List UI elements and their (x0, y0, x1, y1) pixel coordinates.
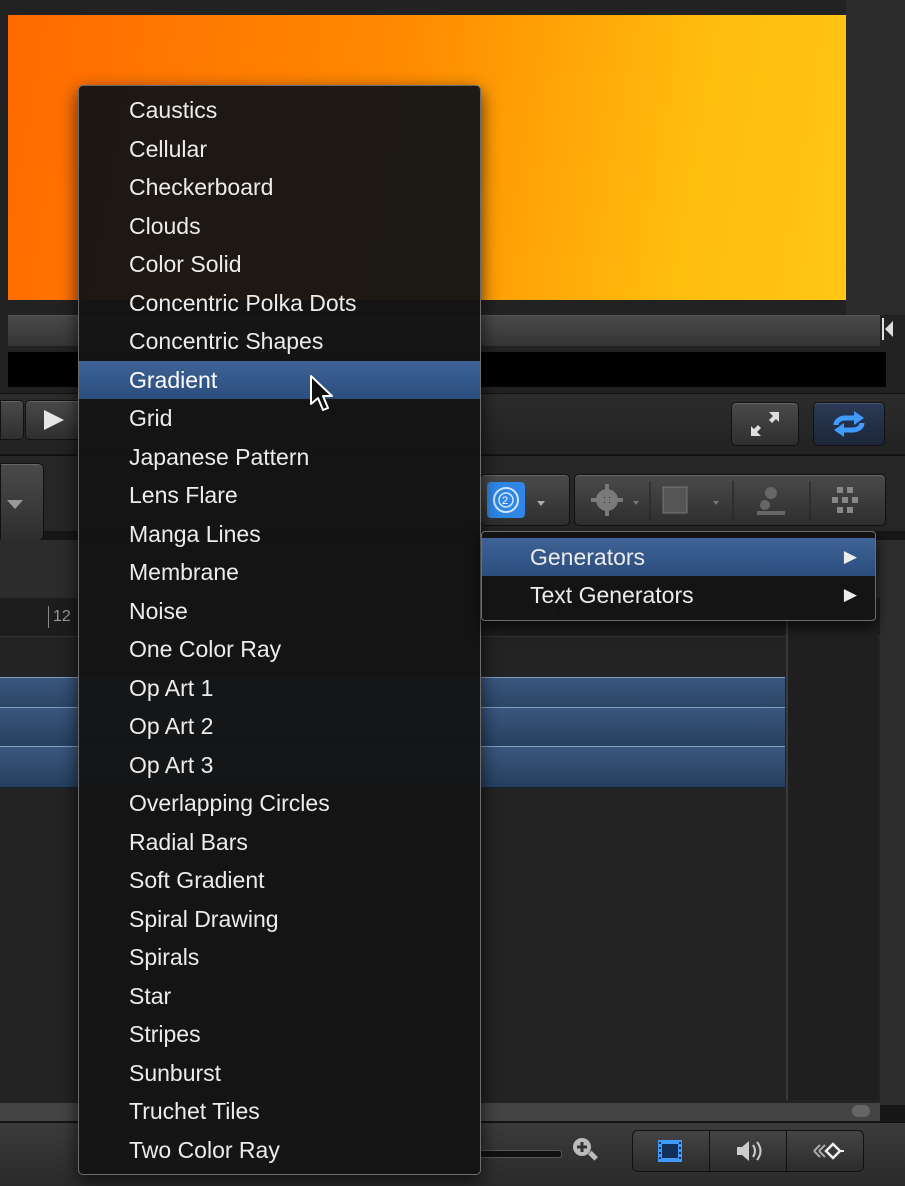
menu-item-gradient[interactable]: Gradient (79, 360, 480, 399)
end-marker-icon[interactable] (882, 316, 894, 342)
play-icon (44, 410, 64, 430)
menu-item-noise[interactable]: Noise (79, 592, 480, 630)
fullscreen-button[interactable] (731, 402, 799, 446)
menu-item-text-generators[interactable]: Text Generators ▶ (482, 576, 875, 614)
menu-item-label: Text Generators (530, 582, 694, 608)
speaker-icon (737, 1141, 762, 1161)
menu-item-op-art-2[interactable]: Op Art 2 (79, 707, 480, 745)
transport-left-button[interactable] (0, 400, 24, 440)
chevron-down-icon (7, 500, 23, 509)
generators-popup-button[interactable]: 2 (480, 474, 570, 526)
svg-text:2: 2 (502, 495, 508, 507)
menu-item-op-art-1[interactable]: Op Art 1 (79, 669, 480, 707)
menu-item-manga-lines[interactable]: Manga Lines (79, 515, 480, 553)
play-button[interactable] (25, 400, 83, 440)
menu-item-concentric-shapes[interactable]: Concentric Shapes (79, 322, 480, 360)
particle-icon (832, 487, 858, 513)
generator-menu: Caustics Cellular Checkerboard Clouds Color … (78, 85, 481, 1175)
vertical-scrollbar[interactable] (880, 540, 905, 1105)
menu-item-color-solid[interactable]: Color Solid (79, 245, 480, 283)
menu-item-spiral-drawing[interactable]: Spiral Drawing (79, 900, 480, 938)
menu-item-cellular[interactable]: Cellular (79, 130, 480, 168)
menu-item-op-art-3[interactable]: Op Art 3 (79, 746, 480, 784)
zoom-slider[interactable] (478, 1150, 562, 1158)
submenu-arrow-icon: ▶ (843, 547, 857, 566)
audio-button[interactable] (709, 1131, 787, 1171)
film-button[interactable] (633, 1131, 710, 1171)
menu-item-radial-bars[interactable]: Radial Bars (79, 823, 480, 861)
loop-button[interactable] (813, 402, 885, 446)
keyframe-button[interactable] (786, 1131, 863, 1171)
canvas-right-strip (846, 0, 905, 315)
tool-button-group[interactable] (574, 474, 886, 526)
toolbar-popup-button[interactable] (0, 463, 44, 541)
menu-item-membrane[interactable]: Membrane (79, 553, 480, 591)
menu-item-caustics[interactable]: Caustics (79, 91, 480, 129)
menu-item-concentric-polka-dots[interactable]: Concentric Polka Dots (79, 284, 480, 322)
timeline-right-pane (788, 600, 878, 1100)
scrollbar-knob[interactable] (852, 1105, 870, 1117)
menu-item-clouds[interactable]: Clouds (79, 207, 480, 245)
generators-submenu: Generators ▶ Text Generators ▶ (481, 531, 876, 621)
menu-item-grid[interactable]: Grid (79, 399, 480, 437)
menu-item-overlapping-circles[interactable]: Overlapping Circles (79, 784, 480, 822)
generators-icon: 2 (487, 482, 545, 518)
submenu-arrow-icon: ▶ (843, 585, 857, 604)
view-button-group[interactable] (632, 1130, 864, 1172)
menu-item-one-color-ray[interactable]: One Color Ray (79, 630, 480, 668)
menu-item-stripes[interactable]: Stripes (79, 1015, 480, 1053)
replicator-icon (757, 487, 785, 515)
menu-item-generators[interactable]: Generators ▶ (482, 538, 875, 576)
zoom-in-icon[interactable] (568, 1133, 602, 1167)
film-icon (658, 1140, 682, 1162)
menu-item-checkerboard[interactable]: Checkerboard (79, 168, 480, 206)
menu-item-star[interactable]: Star (79, 977, 480, 1015)
menu-item-japanese-pattern[interactable]: Japanese Pattern (79, 438, 480, 476)
menu-item-truchet-tiles[interactable]: Truchet Tiles (79, 1092, 480, 1130)
menu-item-lens-flare[interactable]: Lens Flare (79, 476, 480, 514)
keyframe-icon (813, 1142, 844, 1160)
menu-item-two-color-ray[interactable]: Two Color Ray (79, 1131, 480, 1169)
menu-item-soft-gradient[interactable]: Soft Gradient (79, 861, 480, 899)
loop-icon (833, 411, 865, 437)
menu-item-spirals[interactable]: Spirals (79, 938, 480, 976)
menu-item-sunburst[interactable]: Sunburst (79, 1054, 480, 1092)
gear-icon (591, 484, 623, 516)
ruler-label: 12 (48, 606, 71, 628)
menu-item-label: Generators (530, 544, 646, 570)
transform-icon (662, 486, 688, 514)
fullscreen-icon (751, 412, 779, 436)
mouse-cursor-icon (310, 375, 333, 411)
